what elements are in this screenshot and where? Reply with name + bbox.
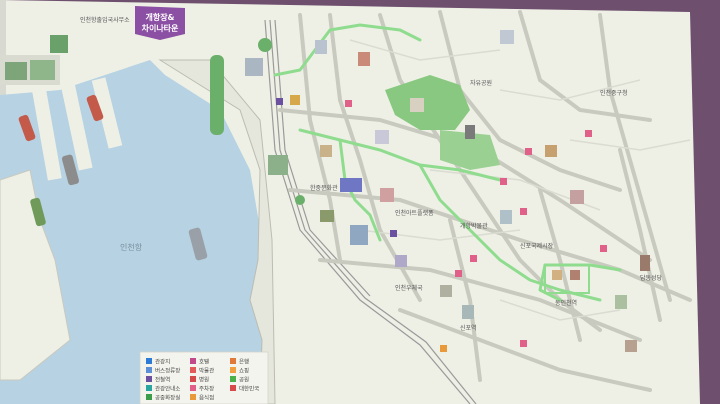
legend-swatch bbox=[230, 376, 236, 382]
legend-swatch bbox=[146, 394, 152, 400]
legend-swatch bbox=[146, 385, 152, 391]
legend-swatch bbox=[146, 376, 152, 382]
place-label: 자유공원 bbox=[470, 79, 492, 87]
place-label: 인천아트플랫폼 bbox=[395, 209, 434, 217]
legend-swatch bbox=[190, 394, 196, 400]
legend-label: 병원 bbox=[199, 376, 209, 384]
place-label: 신포역 bbox=[460, 324, 477, 332]
legend-label: 음식점 bbox=[199, 394, 214, 402]
legend-swatch bbox=[190, 376, 196, 382]
tab-title-line2: 차이나타운 bbox=[142, 23, 179, 33]
place-label: 답동성당 bbox=[640, 274, 663, 282]
place-label: 인천우체국 bbox=[395, 284, 423, 292]
place-label: 신포국제시장 bbox=[520, 242, 554, 250]
tourist-map: 개항장& 차이나타운 인천항출입국사무소 인천항 한중문화관 신포국제시장 자유… bbox=[0, 0, 720, 404]
legend-label: 공원 bbox=[239, 376, 249, 384]
legend-swatch bbox=[230, 367, 236, 373]
place-label: 동인천역 bbox=[555, 299, 577, 307]
map-title-tab: 개항장& 차이나타운 bbox=[135, 6, 185, 40]
legend-label: 버스정류장 bbox=[155, 367, 180, 375]
legend-label: 호텔 bbox=[199, 358, 209, 366]
tab-title-line1: 개항장& bbox=[145, 12, 174, 22]
legend-swatch bbox=[230, 385, 236, 391]
place-label: 인천중구청 bbox=[600, 89, 628, 97]
legend-swatch bbox=[190, 358, 196, 364]
legend-label: 관광안내소 bbox=[155, 385, 180, 393]
legend-label: 공중화장실 bbox=[155, 394, 180, 402]
legend-swatch bbox=[190, 367, 196, 373]
legend-swatch bbox=[190, 385, 196, 391]
legend-label: 관광지 bbox=[155, 358, 170, 366]
place-label: 개항박물관 bbox=[460, 222, 488, 230]
top-label: 인천항출입국사무소 bbox=[80, 16, 130, 24]
legend-swatch bbox=[146, 367, 152, 373]
legend-swatch bbox=[146, 358, 152, 364]
place-label: 한중문화관 bbox=[310, 184, 338, 192]
legend-label: 은행 bbox=[239, 358, 249, 366]
map-legend: 관광지버스정류장전철역관광안내소공중화장실 호텔박물관병원주차장음식점 은행쇼핑공원… bbox=[139, 351, 269, 404]
legend-label: 쇼핑 bbox=[239, 367, 249, 375]
legend-label: 대한민국 bbox=[239, 385, 259, 393]
legend-swatch bbox=[230, 358, 236, 364]
legend-label: 전철역 bbox=[155, 376, 170, 384]
legend-label: 주차장 bbox=[199, 385, 214, 393]
legend-label: 박물관 bbox=[199, 367, 214, 375]
harbor-label: 인천항 bbox=[120, 242, 143, 252]
